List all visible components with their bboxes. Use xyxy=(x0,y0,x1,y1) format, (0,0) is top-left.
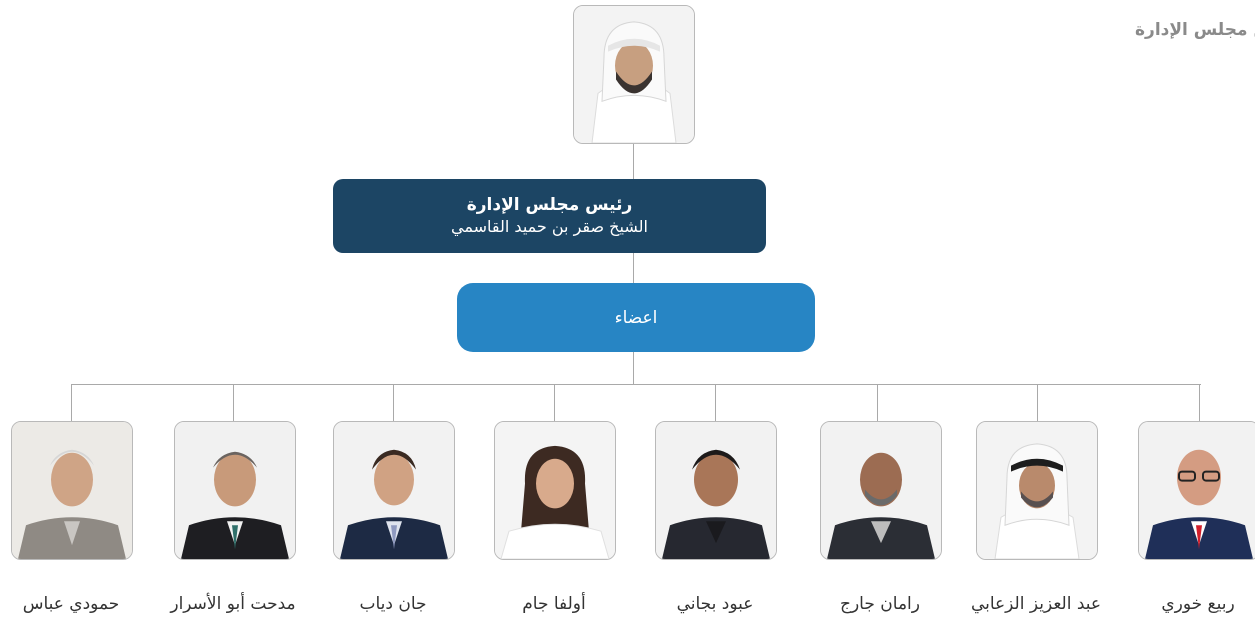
connector-drop xyxy=(877,384,878,421)
member-photo xyxy=(820,421,942,560)
connector-drop xyxy=(233,384,234,421)
connector-drop xyxy=(715,384,716,421)
members-label: اعضاء xyxy=(614,307,658,328)
chairman-box: رئيس مجلس الإدارة الشيخ صقر بن حميد القا… xyxy=(333,179,766,253)
member-photo xyxy=(655,421,777,560)
members-box: اعضاء xyxy=(457,283,815,352)
member-portrait-icon xyxy=(495,422,615,559)
member-portrait-icon xyxy=(175,422,295,559)
chairman-photo xyxy=(573,5,695,144)
connector-drop xyxy=(1037,384,1038,421)
page-title: رئيس مجلس الإدارة xyxy=(1135,20,1255,40)
member-portrait-icon xyxy=(1139,422,1255,559)
connector-line xyxy=(633,253,634,283)
member-name: حمودي عباس xyxy=(22,594,120,614)
member-name: عبد العزيز الزعابي xyxy=(970,594,1102,614)
member-portrait-icon xyxy=(656,422,776,559)
connector-drop xyxy=(393,384,394,421)
member-portrait-icon xyxy=(821,422,941,559)
chairman-title: رئيس مجلس الإدارة xyxy=(466,195,633,215)
member-portrait-icon xyxy=(12,422,132,559)
member-photo xyxy=(976,421,1098,560)
member-photo xyxy=(333,421,455,560)
connector-line xyxy=(633,144,634,179)
member-photo xyxy=(494,421,616,560)
member-name: رامان جارج xyxy=(840,594,920,614)
chairman-portrait-icon xyxy=(574,6,694,143)
member-name: جان دياب xyxy=(359,594,427,614)
member-name: عبود بجاني xyxy=(676,594,754,614)
member-photo xyxy=(174,421,296,560)
connector-drop xyxy=(1199,384,1200,421)
connector-bus xyxy=(71,384,1201,385)
member-name: مدحت أبو الأسرار xyxy=(170,594,296,614)
member-portrait-icon xyxy=(334,422,454,559)
chairman-name: الشيخ صقر بن حميد القاسمي xyxy=(451,217,648,236)
member-portrait-icon xyxy=(977,422,1097,559)
member-name: ربيع خوري xyxy=(1161,594,1235,614)
connector-drop xyxy=(554,384,555,421)
member-name: أولفا جام xyxy=(522,594,586,614)
connector-line xyxy=(633,352,634,384)
connector-drop xyxy=(71,384,72,421)
member-photo xyxy=(1138,421,1255,560)
member-photo xyxy=(11,421,133,560)
